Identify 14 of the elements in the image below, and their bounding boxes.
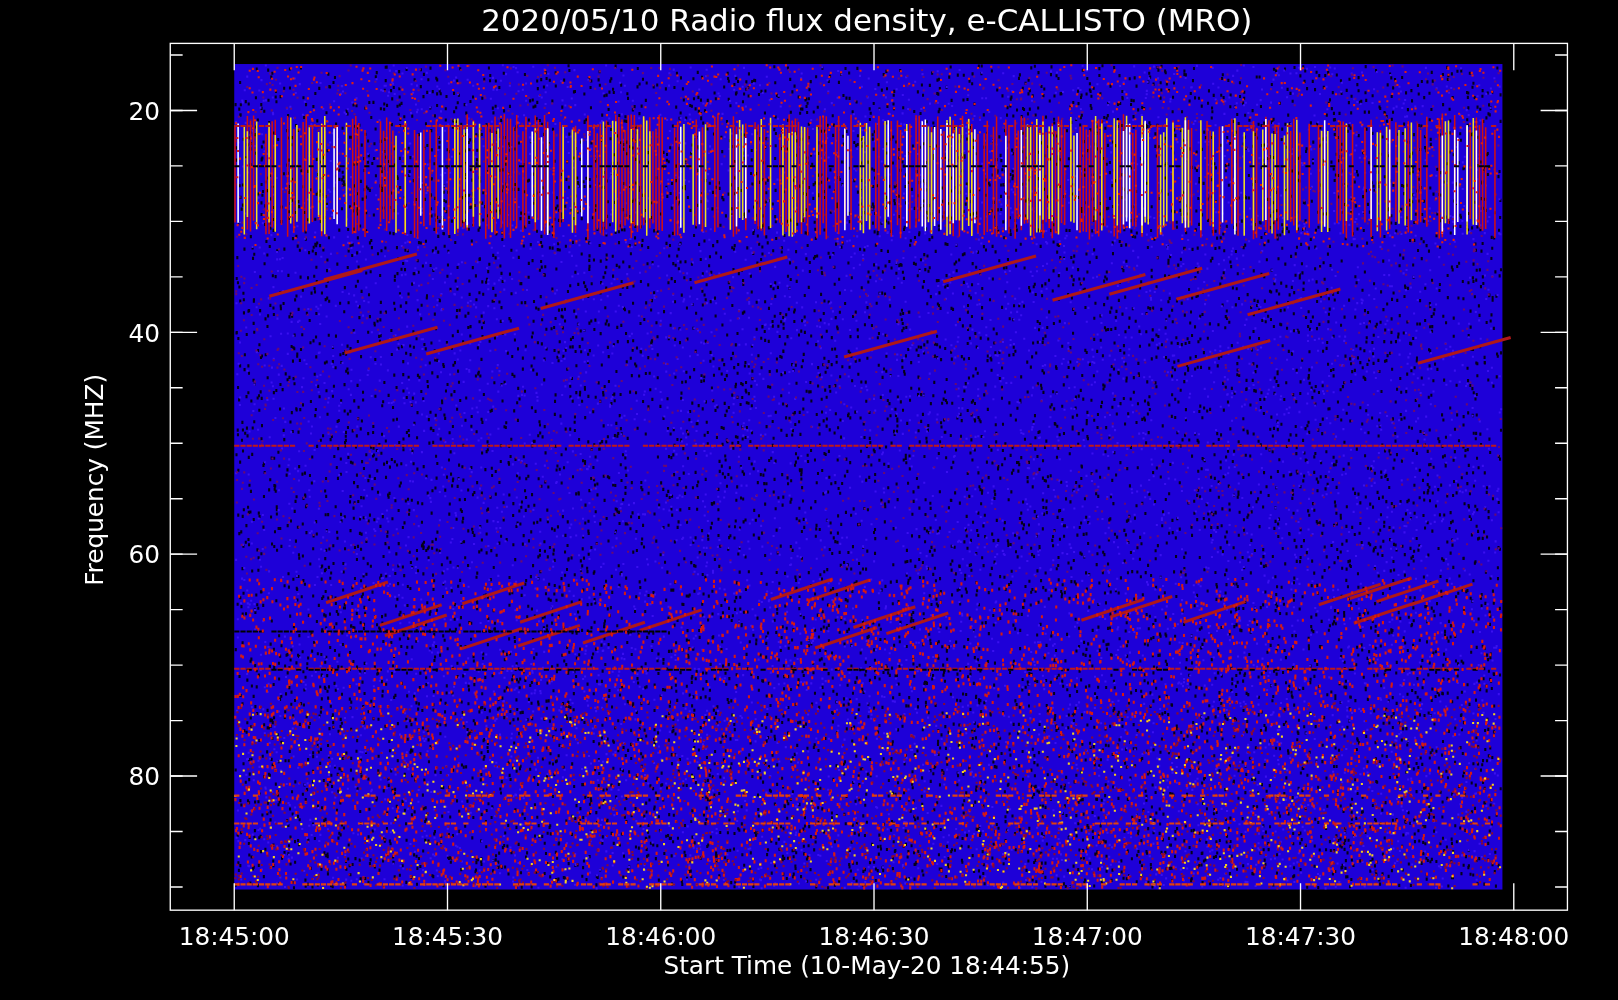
tick-label: 18:47:30	[1244, 922, 1357, 952]
tick-label: 60	[128, 540, 160, 570]
tick-label: 18:46:30	[818, 922, 930, 952]
tick-label: 80	[128, 762, 160, 792]
tick-label: 18:47:00	[1031, 922, 1143, 952]
tick-label: 18:48:00	[1458, 922, 1570, 952]
tick-label: 20	[128, 96, 160, 126]
axis-label: Start Time (10-May-20 18:44:55)	[663, 951, 1071, 981]
tick-label: 18:45:00	[178, 922, 290, 952]
axis-label: Frequency (MHZ)	[80, 373, 110, 586]
tick-label: 40	[128, 318, 160, 348]
plot-title: 2020/05/10 Radio flux density, e-CALLISTO (MRO)	[481, 2, 1253, 38]
tick-label: 18:45:30	[391, 922, 504, 952]
tick-label: 18:46:00	[605, 922, 717, 952]
